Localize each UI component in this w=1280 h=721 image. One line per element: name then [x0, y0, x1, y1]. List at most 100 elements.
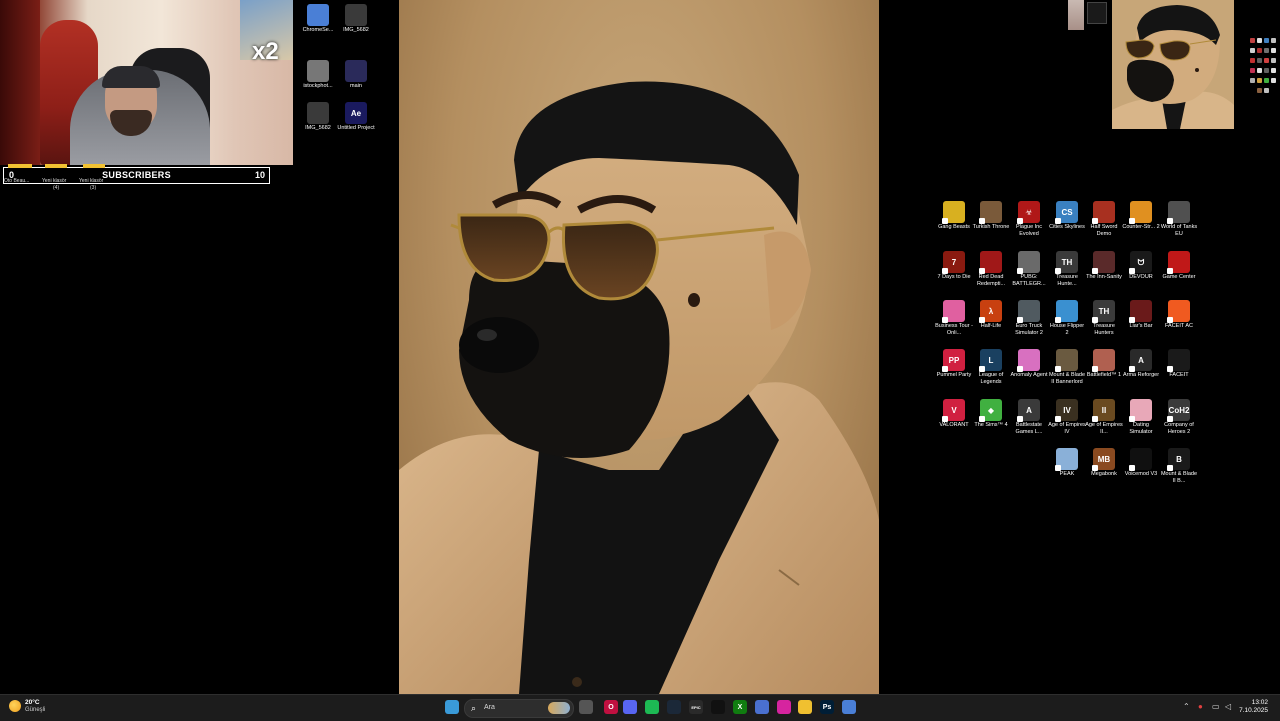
game-shortcut[interactable]: V VALORANT: [935, 399, 973, 429]
shortcut-arrow-icon: [979, 366, 985, 372]
desktop-icon[interactable]: Ae Untitled Project: [337, 102, 375, 132]
game-shortcut[interactable]: ◆ The Sims™ 4: [972, 399, 1010, 429]
shortcut-arrow-icon: [942, 317, 948, 323]
game-shortcut[interactable]: CS Cities Skylines: [1048, 201, 1086, 231]
shortcut-arrow-icon: [1092, 218, 1098, 224]
game-shortcut-label: Gang Beasts: [938, 224, 970, 230]
file-explorer-icon[interactable]: [798, 700, 812, 714]
gang-beasts-icon: [942, 201, 965, 224]
game-shortcut-label: Megabonk: [1091, 471, 1117, 477]
instagram-icon[interactable]: [777, 700, 791, 714]
game-shortcut[interactable]: Game Center: [1160, 251, 1198, 281]
capcut-icon[interactable]: [711, 700, 725, 714]
inn-sanity-icon: [1092, 251, 1115, 274]
game-shortcut-label: Battlestate Games L...: [1015, 422, 1043, 435]
company-of-heroes-icon: CoH2: [1167, 399, 1190, 422]
shortcut-arrow-icon: [1055, 317, 1061, 323]
goal-marker: [8, 164, 32, 168]
game-shortcut[interactable]: The Inn-Sanity: [1085, 251, 1123, 281]
game-shortcut[interactable]: ᗢ DEVOUR: [1122, 251, 1160, 281]
game-shortcut[interactable]: World of Tanks EU: [1160, 201, 1198, 238]
desktop-icon-label: ChromeSe...: [302, 27, 334, 33]
taskbar: 20°C Güneşli O EPIC X Ps ⌕ Ara ⌃ ● ▭ ◁ 13:0…: [0, 694, 1280, 721]
weather-temperature[interactable]: 20°C: [25, 699, 40, 706]
shortcut-arrow-icon: [1167, 317, 1173, 323]
game-shortcut[interactable]: PP Pummel Party: [935, 349, 973, 379]
steam-icon[interactable]: [667, 700, 681, 714]
task-view-icon[interactable]: [579, 700, 593, 714]
game-shortcut[interactable]: Red Dead Redempti...: [972, 251, 1010, 288]
game-shortcut[interactable]: Counter-Str... 2: [1122, 201, 1160, 231]
xbox-icon[interactable]: X: [733, 700, 747, 714]
discord-icon[interactable]: [623, 700, 637, 714]
desktop-icon[interactable]: IMG_5682: [337, 4, 375, 34]
opera-icon[interactable]: O: [604, 700, 618, 714]
desktop-icon[interactable]: istockphot...: [299, 60, 337, 90]
shortcut-arrow-icon: [942, 366, 948, 372]
weather-condition[interactable]: Güneşli: [25, 707, 45, 713]
game-shortcut[interactable]: Turkish Throne: [972, 201, 1010, 231]
volume-icon[interactable]: ◁: [1225, 702, 1231, 711]
shortcut-arrow-icon: [1092, 465, 1098, 471]
game-shortcut-label: Game Center: [1162, 274, 1196, 280]
dog-portrait-thumbnail[interactable]: [1112, 0, 1234, 129]
chrome-icon[interactable]: [842, 700, 856, 714]
search-box[interactable]: ⌕ Ara: [464, 699, 574, 718]
game-shortcut[interactable]: Gang Beasts: [935, 201, 973, 231]
goal-label: Oto Beau...: [4, 178, 30, 184]
desktop-icon[interactable]: ChromeSe...: [299, 4, 337, 34]
game-shortcut[interactable]: B Mount & Blade II B...: [1160, 448, 1198, 485]
microphone-icon[interactable]: ●: [1198, 702, 1203, 711]
game-shortcut[interactable]: 77 Days to Die: [935, 251, 973, 281]
game-shortcut[interactable]: House Flipper 2: [1048, 300, 1086, 337]
game-shortcut[interactable]: Battlefield™ 1: [1085, 349, 1123, 379]
game-shortcut-label: VALORANT: [939, 422, 969, 428]
game-shortcut[interactable]: FACEIT: [1160, 349, 1198, 379]
game-shortcut[interactable]: L League of Legends: [972, 349, 1010, 386]
multiplier-badge: x2: [252, 38, 279, 65]
game-shortcut[interactable]: FACEIT AC: [1160, 300, 1198, 330]
game-shortcut[interactable]: Mount & Blade II Bannerlord: [1048, 349, 1086, 386]
copilot-icon[interactable]: [755, 700, 769, 714]
game-shortcut[interactable]: Anomaly Agent: [1010, 349, 1048, 379]
game-shortcut-label: Anomaly Agent: [1010, 372, 1048, 378]
game-shortcut[interactable]: A Battlestate Games L...: [1010, 399, 1048, 436]
desktop-icon[interactable]: main: [337, 60, 375, 90]
start-icon[interactable]: [445, 700, 459, 714]
game-shortcut[interactable]: PUBG: BATTLEGR...: [1010, 251, 1048, 288]
clock[interactable]: 13:02 7.10.2025: [1239, 699, 1268, 715]
show-hidden-icons-chevron-icon[interactable]: ⌃: [1183, 702, 1190, 711]
photoshop-icon[interactable]: Ps: [820, 700, 834, 714]
game-shortcut[interactable]: Voicemod V3: [1122, 448, 1160, 478]
shortcut-arrow-icon: [1167, 465, 1173, 471]
game-shortcut[interactable]: PEAK: [1048, 448, 1086, 478]
game-shortcut[interactable]: IV Age of Empires IV: [1048, 399, 1086, 436]
game-shortcut[interactable]: Half Sword Demo: [1085, 201, 1123, 238]
desktop-icon[interactable]: IMG_5682: [299, 102, 337, 132]
search-icon: ⌕: [471, 703, 477, 713]
network-icon[interactable]: ▭: [1212, 702, 1220, 711]
game-shortcut[interactable]: Business Tour - Onli...: [935, 300, 973, 337]
game-shortcut[interactable]: II Age of Empires II...: [1085, 399, 1123, 436]
window-thumbnail[interactable]: [1087, 2, 1107, 24]
game-shortcut[interactable]: Liar's Bar: [1122, 300, 1160, 330]
webcam-curtain: [0, 0, 40, 165]
game-shortcut[interactable]: A Arma Reforger: [1122, 349, 1160, 379]
game-shortcut[interactable]: λ Half-Life: [972, 300, 1010, 330]
game-shortcut[interactable]: Euro Truck Simulator 2: [1010, 300, 1048, 337]
game-shortcut[interactable]: ☣ Plague Inc Evolved: [1010, 201, 1048, 238]
window-thumbnail[interactable]: [1068, 0, 1084, 30]
half-sword-icon: [1092, 201, 1115, 224]
weather-sun-icon[interactable]: [9, 700, 21, 712]
epic-games-icon[interactable]: EPIC: [689, 700, 703, 714]
game-shortcut-label: 7 Days to Die: [937, 274, 971, 280]
game-shortcut[interactable]: CoH2 Company of Heroes 2: [1160, 399, 1198, 436]
spotify-icon[interactable]: [645, 700, 659, 714]
goal-label-count: (3): [90, 185, 97, 191]
game-shortcut[interactable]: TH Treasure Hunte...: [1048, 251, 1086, 288]
shortcut-arrow-icon: [1129, 218, 1135, 224]
game-shortcut[interactable]: Dating Simulator: [1122, 399, 1160, 436]
game-shortcut[interactable]: MB Megabonk: [1085, 448, 1123, 478]
game-shortcut-label: Plague Inc Evolved: [1016, 224, 1042, 237]
game-shortcut[interactable]: TH Treasure Hunters: [1085, 300, 1123, 337]
